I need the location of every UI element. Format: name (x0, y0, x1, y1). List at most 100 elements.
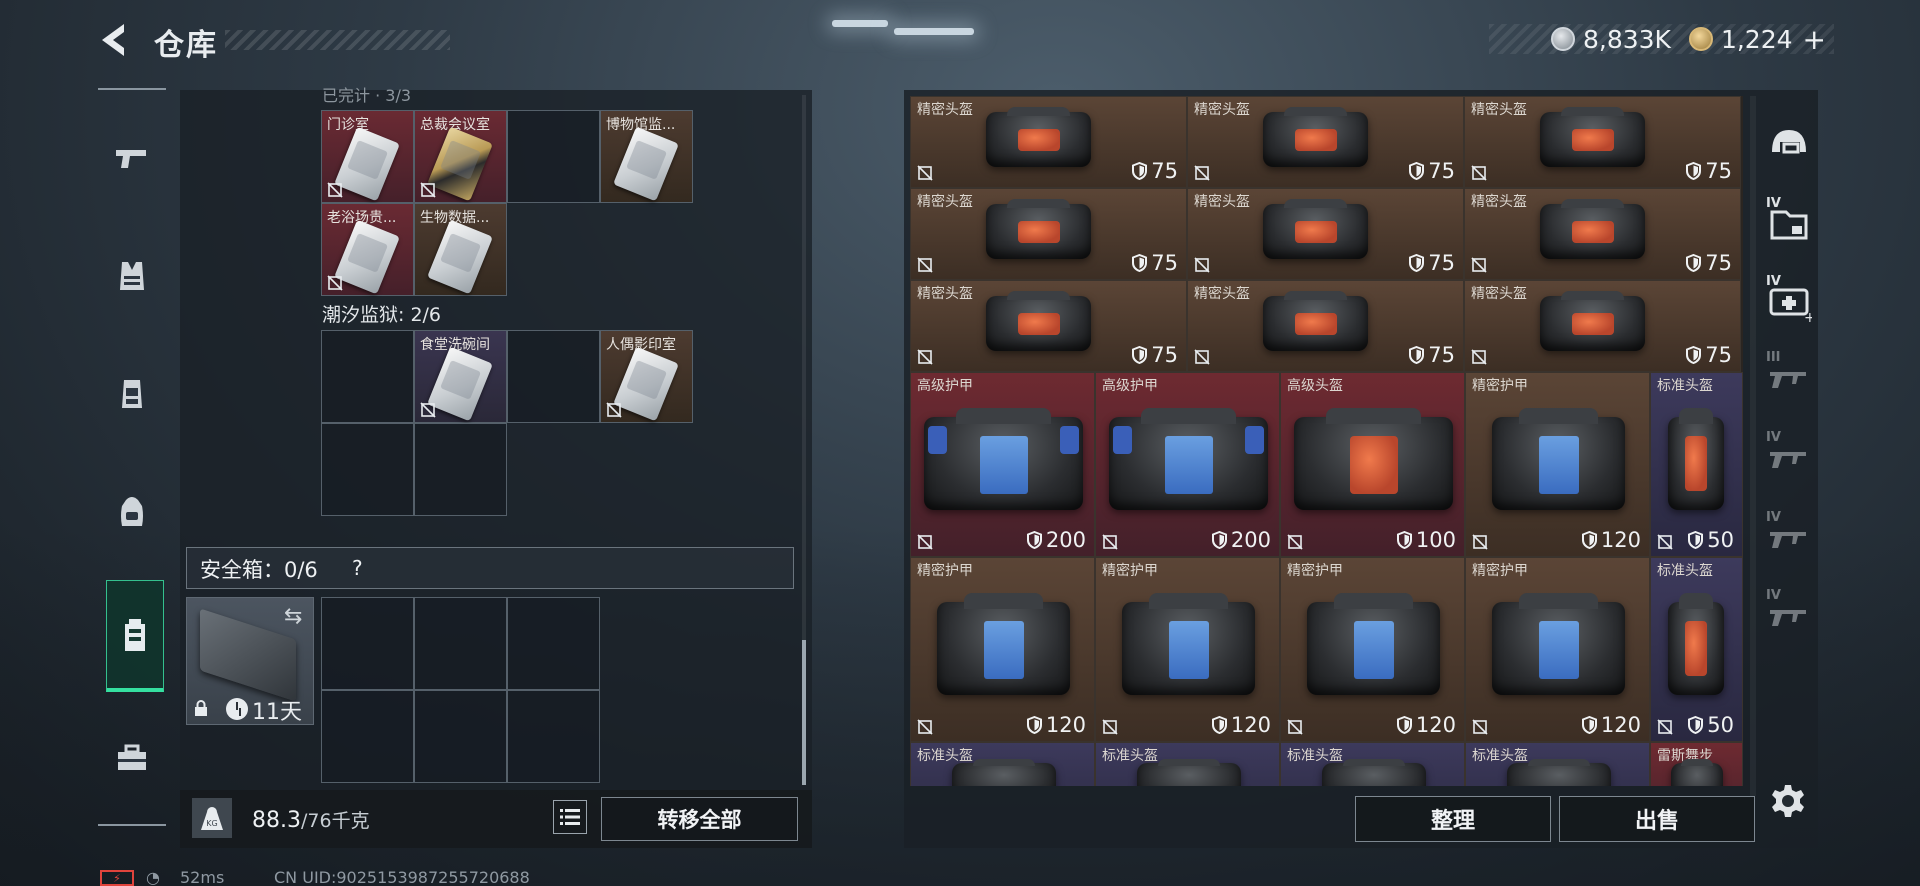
filter-tab[interactable] (1760, 100, 1818, 190)
durability-label: 75 (1686, 343, 1732, 367)
durability-label: 100 (1396, 528, 1456, 552)
inventory-item[interactable]: 精密护甲 120 (1095, 557, 1280, 742)
nav-divider (98, 88, 166, 90)
stash-scrollbar-thumb[interactable] (802, 640, 806, 785)
filter-tab[interactable]: IV (1760, 492, 1818, 582)
nav-safe-case[interactable] (106, 580, 164, 692)
helmet-case-image (986, 198, 1091, 259)
inventory-item[interactable]: 高级头盔 100 (1280, 372, 1465, 557)
inventory-item[interactable]: 高级护甲 200 (910, 372, 1095, 557)
inventory-item[interactable]: 精密头盔 75 (1464, 96, 1741, 188)
key-card-slot[interactable]: 生物数据... (414, 203, 507, 296)
safe-slot[interactable] (414, 690, 507, 783)
inventory-item[interactable]: 精密头盔 75 (910, 96, 1187, 188)
filter-tab[interactable]: IV (1760, 178, 1818, 268)
inventory-item[interactable]: 精密头盔 75 (1187, 188, 1464, 280)
inventory-scrollbar[interactable] (1750, 96, 1756, 796)
durability-value: 200 (1230, 528, 1271, 552)
inventory-item[interactable]: 精密头盔 75 (910, 188, 1187, 280)
inventory-item[interactable]: 标准头盔 (1280, 742, 1465, 786)
durability-value: 75 (1428, 251, 1455, 275)
durability-value: 50 (1707, 528, 1734, 552)
item-name: 标准头盔 (1102, 748, 1158, 764)
helmet-case-image (1137, 759, 1241, 786)
back-arrow-icon[interactable] (96, 22, 136, 58)
item-name: 高级护甲 (917, 378, 973, 394)
inventory-item[interactable]: 标准头盔 (1095, 742, 1280, 786)
transfer-all-button[interactable]: 转移全部 (601, 797, 798, 841)
inventory-item[interactable]: 标准头盔 (910, 742, 1095, 786)
inventory-item[interactable]: 精密头盔 75 (1187, 280, 1464, 372)
swap-icon[interactable]: ⇆ (284, 604, 302, 629)
key-card-slot[interactable]: 总裁会议室 (414, 110, 507, 203)
inventory-item[interactable]: 雷斯舞步 (1650, 742, 1743, 786)
inventory-item[interactable]: 精密头盔 75 (1464, 280, 1741, 372)
inventory-item[interactable]: 精密头盔 75 (1464, 188, 1741, 280)
safe-slot[interactable] (507, 690, 600, 783)
keycard-icon (427, 346, 493, 422)
inventory-item[interactable]: 精密头盔 75 (910, 280, 1187, 372)
inventory-item[interactable]: 精密护甲 120 (1465, 372, 1650, 557)
item-name: 精密头盔 (1194, 286, 1250, 302)
key-card-slot[interactable]: 老浴场贵... (321, 203, 414, 296)
filter-tab[interactable]: IV (1760, 412, 1818, 502)
inventory-item[interactable]: 标准头盔 50 (1650, 372, 1743, 557)
safe-slot[interactable] (321, 597, 414, 690)
sort-button[interactable]: 整理 (1355, 796, 1551, 842)
filter-tab[interactable]: III (1760, 332, 1818, 422)
key-card-slot[interactable]: 食堂洗碗间 (414, 330, 507, 423)
durability-value: 50 (1707, 713, 1734, 737)
ceiling-lamp (832, 20, 888, 27)
inventory-item[interactable]: 标准头盔 (1465, 742, 1650, 786)
empty-slot[interactable] (321, 330, 414, 423)
nav-chest-rig[interactable] (98, 344, 166, 444)
key-card-slot[interactable]: 博物馆监... (600, 110, 693, 203)
empty-slot[interactable] (507, 110, 600, 203)
empty-slot[interactable] (507, 330, 600, 423)
no-trade-icon (1102, 534, 1118, 550)
item-name: 精密头盔 (917, 102, 973, 118)
settings-gear-icon[interactable] (1770, 783, 1806, 819)
empty-slot[interactable] (414, 423, 507, 516)
safe-slot[interactable] (414, 597, 507, 690)
lock-icon (195, 700, 207, 716)
list-view-button[interactable] (553, 800, 587, 834)
sell-button[interactable]: 出售 (1559, 796, 1755, 842)
durability-value: 120 (1045, 713, 1086, 737)
helmet-case-image (986, 106, 1091, 167)
help-button[interactable]: ? (352, 556, 363, 580)
inventory-item[interactable]: 精密护甲 120 (1465, 557, 1650, 742)
inventory-item[interactable]: 精密护甲 120 (910, 557, 1095, 742)
item-name: 标准头盔 (1657, 563, 1713, 579)
gold-coin-icon (1688, 27, 1713, 51)
key-card-slot[interactable]: 人偶影印室 (600, 330, 693, 423)
nav-backpack[interactable] (98, 462, 166, 562)
safe-slot[interactable] (507, 597, 600, 690)
nav-armor[interactable] (98, 226, 166, 326)
no-trade-icon (917, 349, 933, 365)
empty-slot[interactable] (321, 423, 414, 516)
inventory-item[interactable]: 标准头盔 50 (1650, 557, 1743, 742)
safe-slot[interactable] (321, 690, 414, 783)
durability-value: 200 (1045, 528, 1086, 552)
add-currency-button[interactable]: + (1803, 23, 1826, 56)
helmet-case-image (1322, 759, 1426, 786)
pistol-icon (116, 150, 146, 168)
item-name: 精密头盔 (1471, 102, 1527, 118)
no-trade-icon (1287, 534, 1303, 550)
keycard-icon (613, 126, 679, 202)
no-trade-icon (420, 402, 436, 418)
durability-value: 75 (1705, 251, 1732, 275)
filter-tab[interactable]: IV (1760, 570, 1818, 660)
ping-readout: 52ms (180, 868, 225, 886)
armor-trim (1060, 426, 1079, 454)
key-card-slot[interactable]: 门诊室 (321, 110, 414, 203)
inventory-item[interactable]: 精密头盔 75 (1187, 96, 1464, 188)
nav-toolbox[interactable] (98, 708, 166, 808)
inventory-item[interactable]: 精密护甲 120 (1280, 557, 1465, 742)
helmet-emblem (1018, 313, 1060, 335)
nav-weapons[interactable] (98, 108, 166, 208)
shield-icon (1409, 346, 1425, 364)
item-name: 精密头盔 (1471, 286, 1527, 302)
inventory-item[interactable]: 高级护甲 200 (1095, 372, 1280, 557)
